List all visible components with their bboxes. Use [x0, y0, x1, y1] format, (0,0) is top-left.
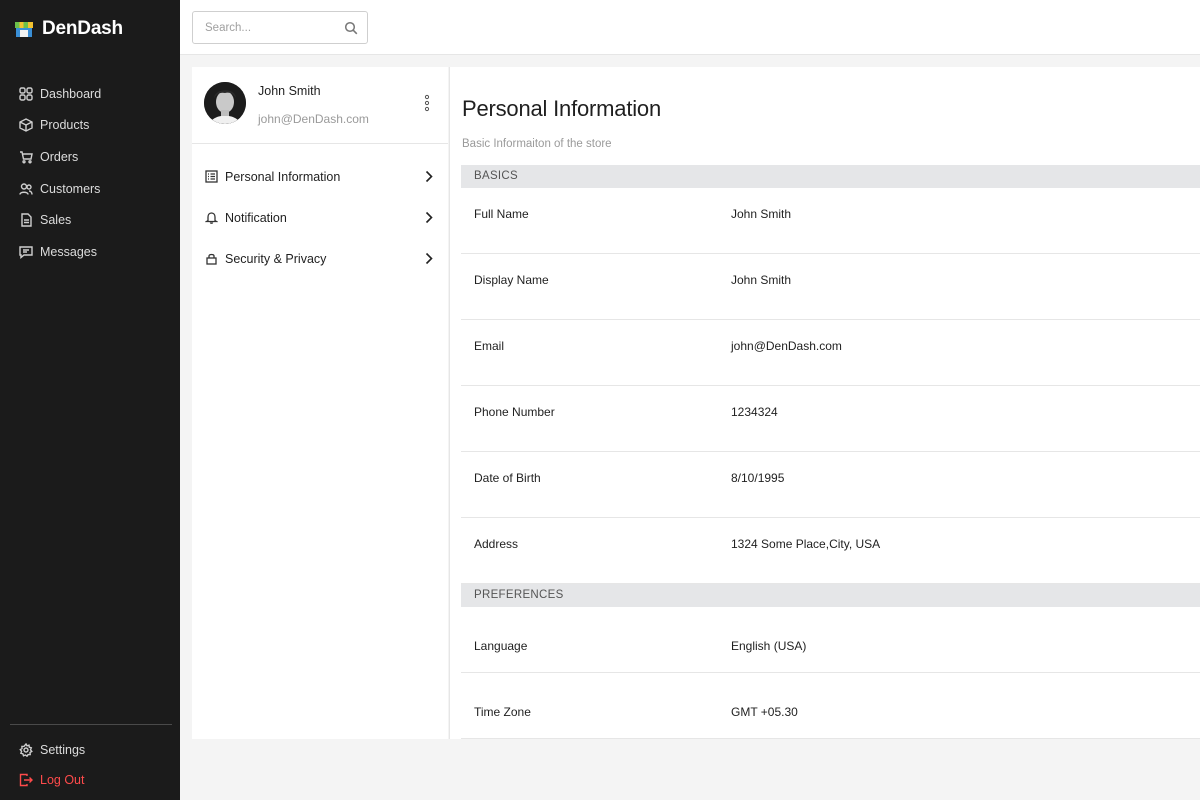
sidebar-item-messages[interactable]: Messages	[0, 236, 180, 268]
menu-item-security-privacy[interactable]: Security & Privacy	[192, 238, 448, 279]
profile-panel: John Smith john@DenDash.com Personal Inf…	[192, 67, 448, 739]
sidebar-item-label: Log Out	[40, 773, 85, 787]
info-row-time-zone[interactable]: Time Zone GMT +05.30	[461, 673, 1200, 739]
row-label: Display Name	[474, 273, 549, 287]
sidebar: DenDash Dashboard Products Orders Custom…	[0, 0, 180, 800]
sidebar-item-label: Messages	[40, 244, 97, 259]
menu-item-label: Notification	[225, 210, 287, 225]
avatar[interactable]	[204, 82, 246, 124]
search-icon[interactable]	[344, 21, 358, 35]
profile-name: John Smith	[258, 84, 321, 98]
row-value: john@DenDash.com	[731, 339, 842, 353]
profile-email: john@DenDash.com	[258, 112, 369, 126]
menu-item-personal-information[interactable]: Personal Information	[192, 156, 448, 197]
row-label: Phone Number	[474, 405, 555, 419]
avatar-image	[204, 82, 246, 124]
search-input[interactable]	[193, 12, 333, 43]
sidebar-item-dashboard[interactable]: Dashboard	[0, 78, 180, 110]
info-row-full-name[interactable]: Full Name John Smith	[461, 188, 1200, 254]
row-label: Full Name	[474, 207, 529, 221]
personal-information-panel: Personal Information Basic Informaiton o…	[450, 67, 1200, 739]
row-value: John Smith	[731, 273, 792, 287]
sidebar-item-label: Orders	[40, 149, 79, 164]
row-value: 1234324	[731, 405, 778, 419]
logout-icon	[19, 773, 33, 787]
info-row-language[interactable]: Language English (USA)	[461, 607, 1200, 673]
sidebar-nav: Dashboard Products Orders Customers Sale…	[0, 78, 180, 268]
sidebar-item-customers[interactable]: Customers	[0, 173, 180, 205]
info-row-date-of-birth[interactable]: Date of Birth 8/10/1995	[461, 452, 1200, 518]
menu-item-label: Security & Privacy	[225, 251, 327, 266]
row-label: Date of Birth	[474, 471, 541, 485]
brand[interactable]: DenDash	[14, 18, 123, 40]
section-heading-preferences: PREFERENCES	[461, 584, 1200, 607]
document-icon	[21, 213, 32, 227]
chevron-right-icon	[425, 252, 433, 265]
sidebar-item-sales[interactable]: Sales	[0, 204, 180, 236]
sidebar-divider	[10, 724, 172, 725]
box-icon	[19, 118, 33, 133]
search-box	[192, 11, 368, 44]
menu-item-notification[interactable]: Notification	[192, 197, 448, 238]
section-heading-basics: BASICS	[461, 165, 1200, 188]
menu-item-label: Personal Information	[225, 169, 341, 184]
row-label: Time Zone	[474, 705, 531, 719]
sidebar-bottom-nav: Settings Log Out	[0, 735, 180, 795]
sidebar-item-label: Settings	[40, 743, 86, 757]
row-value: 1324 Some Place,City, USA	[731, 537, 881, 551]
profile-menu: Personal Information Notification Securi…	[192, 156, 448, 279]
row-label: Address	[474, 537, 519, 551]
page-subtitle: Basic Informaiton of the store	[462, 138, 612, 150]
sidebar-item-label: Products	[40, 118, 90, 133]
page-title: Personal Information	[462, 96, 661, 121]
cart-icon	[20, 151, 33, 164]
row-value: John Smith	[731, 207, 792, 221]
info-row-phone-number[interactable]: Phone Number 1234324	[461, 386, 1200, 452]
sidebar-item-label: Sales	[40, 213, 72, 228]
info-row-email[interactable]: Email john@DenDash.com	[461, 320, 1200, 386]
sidebar-item-products[interactable]: Products	[0, 110, 180, 142]
sidebar-item-logout[interactable]: Log Out	[0, 765, 180, 795]
chevron-right-icon	[425, 170, 433, 183]
info-row-address[interactable]: Address 1324 Some Place,City, USA	[461, 518, 1200, 584]
row-label: Email	[474, 339, 505, 353]
grid-icon	[19, 87, 33, 101]
users-icon	[19, 182, 33, 195]
info-row-display-name[interactable]: Display Name John Smith	[461, 254, 1200, 320]
store-logo-icon	[15, 22, 33, 37]
bell-icon	[205, 212, 218, 224]
row-value: GMT +05.30	[731, 705, 798, 719]
top-bar	[180, 0, 1200, 55]
gear-icon	[19, 743, 33, 757]
more-options-icon[interactable]	[424, 94, 430, 112]
sidebar-item-label: Customers	[40, 181, 101, 196]
chat-icon	[19, 246, 33, 259]
lock-icon	[206, 253, 217, 265]
row-value: 8/10/1995	[731, 471, 785, 485]
list-icon	[205, 170, 218, 183]
sidebar-item-orders[interactable]: Orders	[0, 141, 180, 173]
profile-header: John Smith john@DenDash.com	[192, 67, 448, 144]
sidebar-item-label: Dashboard	[40, 86, 102, 101]
chevron-right-icon	[425, 211, 433, 224]
sidebar-item-settings[interactable]: Settings	[0, 735, 180, 765]
brand-name: DenDash	[42, 18, 123, 39]
